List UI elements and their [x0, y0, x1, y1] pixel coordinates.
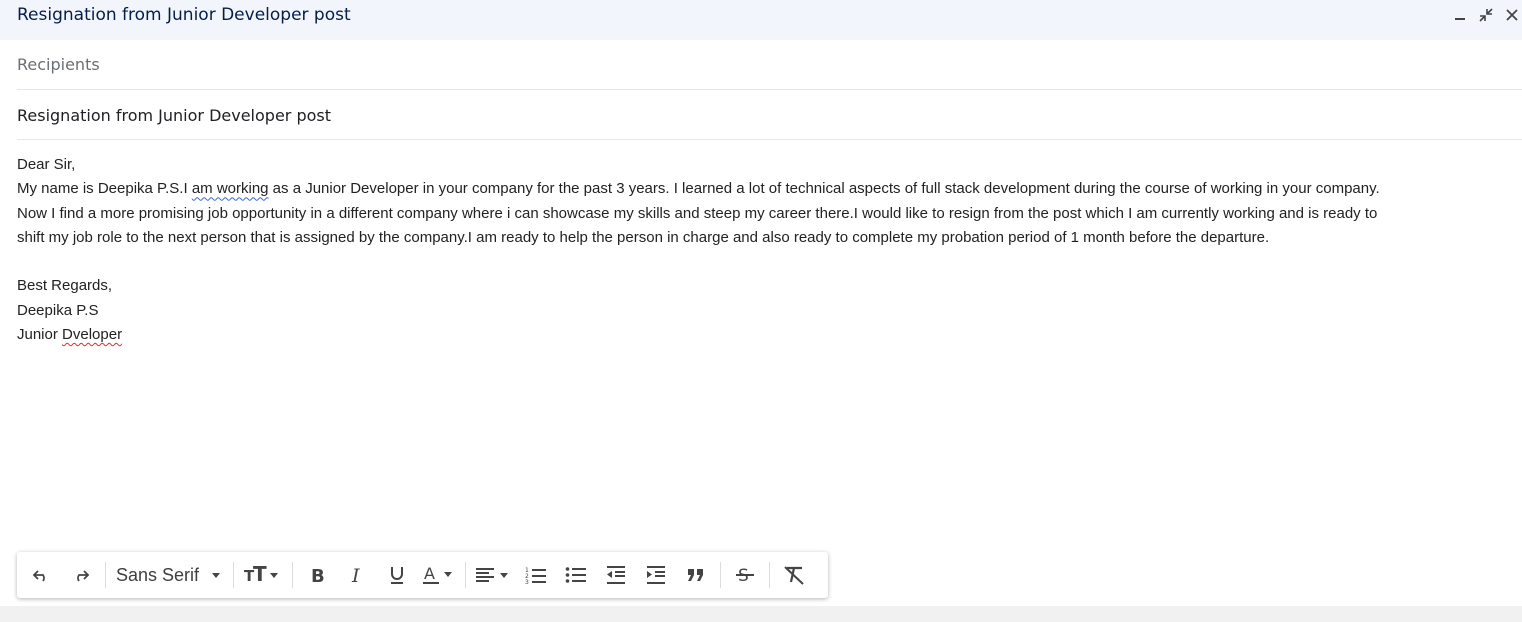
sender-name: Deepika P.S — [17, 301, 99, 319]
footer-strip — [0, 606, 1522, 622]
body-line-2: Now I find a more promising job opportun… — [17, 204, 1378, 222]
remove-formatting-icon — [784, 566, 804, 585]
window-controls — [1450, 4, 1522, 26]
quote-button[interactable] — [676, 557, 716, 593]
font-family-select[interactable]: Sans Serif — [110, 557, 229, 593]
redo-button[interactable] — [61, 557, 101, 593]
toolbar-divider — [292, 562, 294, 588]
undo-button[interactable] — [21, 557, 61, 593]
toolbar-divider — [465, 562, 467, 588]
indent-less-icon — [607, 566, 626, 584]
align-icon — [476, 568, 509, 582]
italic-icon: I — [351, 565, 360, 585]
text-size-icon: TT — [244, 565, 279, 585]
redo-icon — [77, 570, 90, 582]
bold-icon: B — [311, 566, 325, 585]
formatting-toolbar: Sans Serif TT B I A 123 S — [17, 552, 828, 598]
strikethrough-button[interactable]: S — [725, 557, 765, 593]
numbered-list-icon: 123 — [525, 567, 547, 585]
message-body[interactable]: Dear Sir, My name is Deepika P.S.I am wo… — [17, 153, 1517, 347]
compose-header: Resignation from Junior Developer post — [0, 0, 1522, 40]
numbered-list-button[interactable]: 123 — [516, 557, 556, 593]
text-color-button[interactable]: A — [417, 557, 461, 593]
grammar-flag[interactable]: am working — [192, 180, 269, 197]
strikethrough-icon: S — [736, 566, 755, 585]
chevron-down-icon — [212, 573, 221, 578]
underline-icon — [391, 567, 404, 584]
compose-title: Resignation from Junior Developer post — [17, 5, 351, 25]
svg-text:T: T — [253, 565, 267, 585]
indent-more-icon — [647, 566, 666, 584]
minimize-icon[interactable] — [1450, 4, 1470, 26]
toolbar-divider — [720, 562, 722, 588]
bulleted-list-button[interactable] — [556, 557, 596, 593]
sender-title: Junior Dveloper — [17, 326, 123, 344]
closing-line: Best Regards, — [17, 277, 113, 295]
indent-more-button[interactable] — [636, 557, 676, 593]
font-family-value: Sans Serif — [116, 564, 200, 585]
quote-icon — [688, 569, 704, 581]
align-button[interactable] — [470, 557, 516, 593]
svg-text:A: A — [424, 564, 435, 583]
toolbar-divider — [769, 562, 771, 588]
bulleted-list-icon — [565, 567, 587, 583]
svg-text:3: 3 — [525, 579, 529, 585]
body-line-3: shift my job role to the next person tha… — [17, 228, 1270, 246]
text-color-icon: A — [423, 564, 453, 584]
exit-fullscreen-icon[interactable] — [1476, 4, 1496, 26]
italic-button[interactable]: I — [337, 557, 377, 593]
spelling-flag[interactable]: Dveloper — [62, 326, 122, 343]
svg-text:B: B — [311, 566, 325, 585]
remove-formatting-button[interactable] — [774, 557, 814, 593]
underline-button[interactable] — [377, 557, 417, 593]
bold-button[interactable]: B — [297, 557, 337, 593]
greeting-line: Dear Sir, — [17, 156, 76, 173]
text-size-button[interactable]: TT — [238, 557, 288, 593]
undo-icon — [32, 570, 45, 582]
svg-text:I: I — [351, 565, 360, 585]
indent-less-button[interactable] — [596, 557, 636, 593]
close-icon[interactable] — [1502, 4, 1522, 26]
recipients-field[interactable]: Recipients — [17, 40, 1522, 90]
subject-field[interactable]: Resignation from Junior Developer post — [17, 90, 1522, 140]
body-line-1: My name is Deepika P.S.I am working as a… — [17, 180, 1380, 198]
toolbar-divider — [105, 562, 106, 588]
toolbar-divider — [233, 562, 235, 588]
